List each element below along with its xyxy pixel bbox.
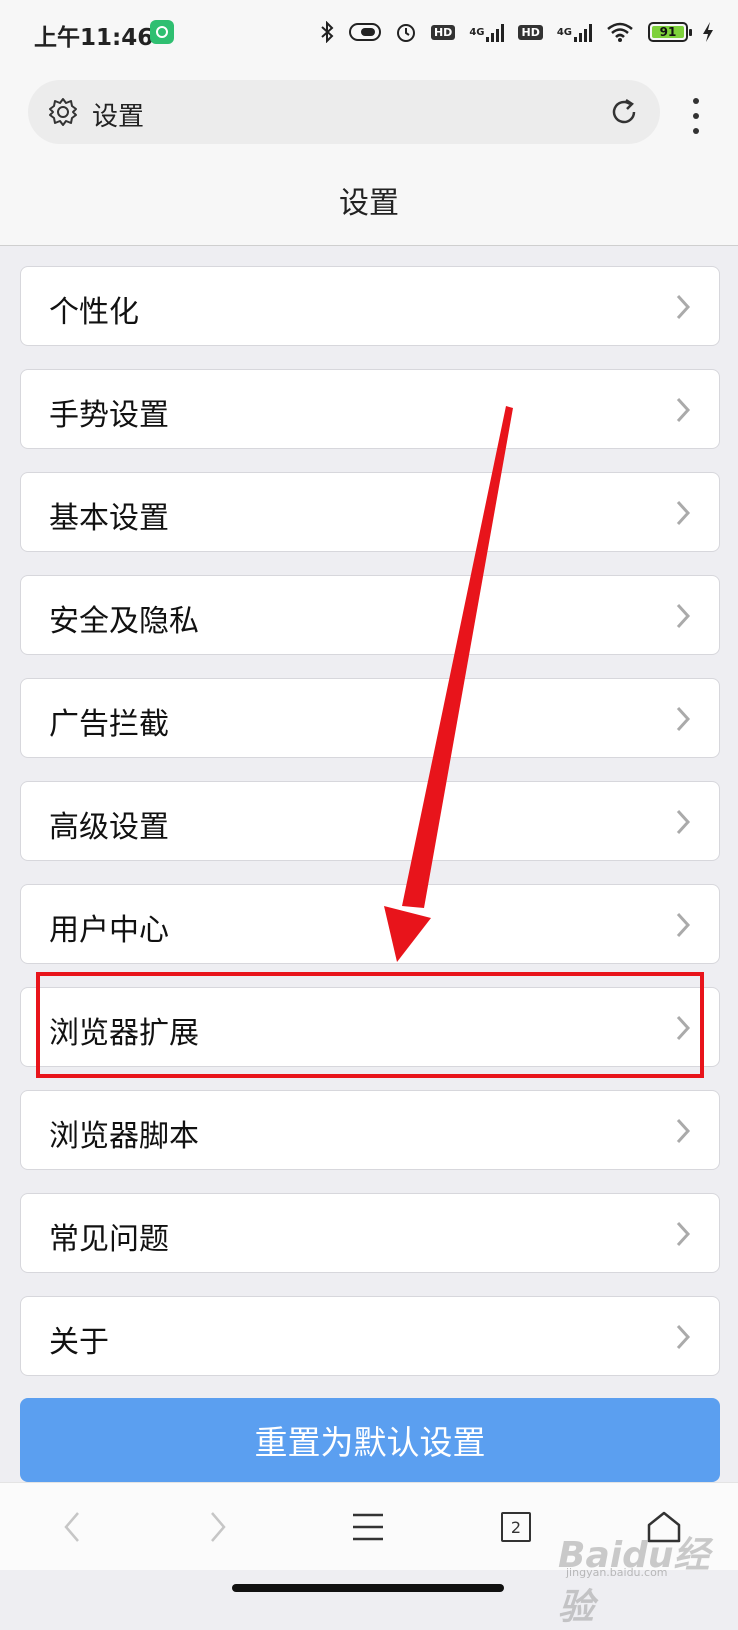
status-bar: 上午11:46 HD 4G HD 4G 91 — [0, 0, 738, 66]
back-icon[interactable] — [50, 1505, 94, 1549]
chevron-right-icon — [676, 1118, 691, 1144]
settings-item-browser-scripts[interactable]: 浏览器脚本 — [20, 1090, 720, 1170]
forward-icon[interactable] — [196, 1505, 240, 1549]
toggle-icon — [348, 22, 381, 42]
settings-item-label: 手势设置 — [49, 398, 169, 433]
chevron-right-icon — [676, 809, 691, 835]
hd-badge-2: HD — [518, 24, 543, 40]
settings-item-label: 安全及隐私 — [49, 604, 199, 639]
signal-bars-icon-2 — [574, 22, 592, 42]
settings-item-user-center[interactable]: 用户中心 — [20, 884, 720, 964]
battery-level: 91 — [659, 25, 677, 39]
settings-item-label: 基本设置 — [49, 501, 169, 536]
settings-item-label: 广告拦截 — [49, 707, 169, 742]
settings-item-faq[interactable]: 常见问题 — [20, 1193, 720, 1273]
settings-item-label: 关于 — [49, 1325, 109, 1360]
signal-1: 4G — [469, 22, 505, 42]
watermark-url: jingyan.baidu.com — [566, 1566, 668, 1579]
settings-item-gesture[interactable]: 手势设置 — [20, 369, 720, 449]
settings-list: 个性化 手势设置 基本设置 安全及隐私 广告拦截 高级设置 用户中心 浏览器扩展… — [20, 266, 720, 1399]
network-type-1: 4G — [469, 26, 485, 38]
settings-item-label: 常见问题 — [49, 1222, 169, 1257]
battery-icon: 91 — [648, 22, 692, 42]
address-area: 设置 — [0, 66, 738, 160]
signal-2: 4G — [557, 22, 592, 42]
address-text: 设置 — [92, 102, 145, 132]
network-type-2: 4G — [556, 26, 572, 38]
settings-item-security-privacy[interactable]: 安全及隐私 — [20, 575, 720, 655]
more-icon[interactable] — [688, 98, 704, 134]
tabs-count: 2 — [501, 1512, 531, 1542]
status-icons: HD 4G HD 4G 91 — [319, 16, 714, 48]
alarm-icon — [395, 21, 417, 43]
settings-item-ad-block[interactable]: 广告拦截 — [20, 678, 720, 758]
settings-item-personalize[interactable]: 个性化 — [20, 266, 720, 346]
charging-icon — [702, 21, 714, 43]
chevron-right-icon — [676, 706, 691, 732]
chevron-right-icon — [676, 500, 691, 526]
settings-item-label: 个性化 — [49, 295, 139, 330]
app-notification-icon — [150, 20, 174, 44]
wifi-icon — [606, 21, 634, 43]
chevron-right-icon — [676, 603, 691, 629]
annotation-highlight-box — [36, 972, 704, 1078]
settings-item-basic[interactable]: 基本设置 — [20, 472, 720, 552]
tabs-icon[interactable]: 2 — [494, 1505, 538, 1549]
reload-icon[interactable] — [608, 96, 640, 128]
settings-item-about[interactable]: 关于 — [20, 1296, 720, 1376]
menu-icon[interactable] — [346, 1505, 390, 1549]
settings-item-label: 用户中心 — [49, 913, 169, 948]
chevron-right-icon — [676, 397, 691, 423]
status-time: 上午11:46 — [34, 25, 154, 51]
page-header: 设置 — [0, 160, 738, 246]
gear-icon — [48, 97, 78, 127]
chevron-right-icon — [676, 1324, 691, 1350]
address-bar[interactable]: 设置 — [28, 80, 660, 144]
page-title: 设置 — [339, 186, 399, 221]
bluetooth-icon — [319, 21, 335, 43]
settings-item-label: 高级设置 — [49, 810, 169, 845]
signal-bars-icon — [486, 22, 505, 42]
chevron-right-icon — [676, 912, 691, 938]
settings-item-label: 浏览器脚本 — [49, 1119, 199, 1154]
chevron-right-icon — [676, 294, 691, 320]
hd-badge: HD — [430, 24, 456, 40]
settings-item-advanced[interactable]: 高级设置 — [20, 781, 720, 861]
home-indicator[interactable] — [232, 1584, 504, 1592]
reset-defaults-button[interactable]: 重置为默认设置 — [20, 1398, 720, 1482]
chevron-right-icon — [676, 1221, 691, 1247]
